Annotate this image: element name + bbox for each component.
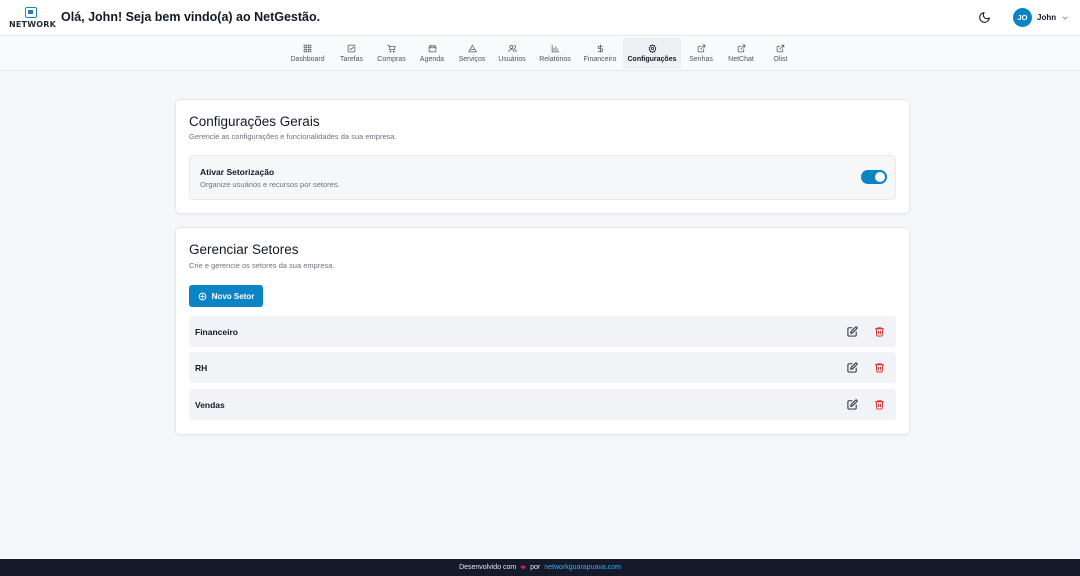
delete-sector-button[interactable]	[874, 362, 885, 373]
nav-item-compras[interactable]: Compras	[375, 38, 408, 69]
edit-icon	[847, 362, 858, 373]
trash-icon	[874, 327, 885, 337]
sectorization-toggle[interactable]	[861, 170, 887, 184]
sector-name: Financeiro	[195, 327, 238, 337]
nav-label: Usuários	[498, 56, 526, 63]
nav-item-usuarios[interactable]: Usuários	[496, 38, 528, 69]
nav-item-netchat[interactable]: NetChat	[726, 38, 756, 69]
nav-label: Relatórios	[539, 56, 571, 63]
nav-label: NetChat	[728, 56, 754, 63]
manage-sectors-title: Gerenciar Setores	[189, 242, 299, 257]
plus-circle-icon	[198, 292, 206, 300]
general-settings-title: Configurações Gerais	[189, 114, 320, 129]
general-settings-card: Configurações Gerais Gerencie as configu…	[175, 99, 910, 214]
logo-mark-icon	[25, 7, 37, 18]
sector-name: Vendas	[195, 400, 225, 410]
nav-item-olist[interactable]: Olist	[770, 38, 791, 69]
nav-label: Olist	[773, 56, 788, 63]
gear-icon	[648, 44, 656, 53]
calendar-icon	[428, 44, 436, 53]
nav-label: Configurações	[627, 56, 677, 63]
nav-item-financeiro[interactable]: Financeiro	[581, 38, 619, 69]
sector-row: Vendas	[189, 389, 896, 420]
delete-sector-button[interactable]	[874, 326, 885, 337]
sector-row: RH	[189, 352, 896, 383]
sector-name: RH	[195, 363, 208, 373]
moon-icon[interactable]	[978, 11, 991, 24]
page-greeting: Olá, John! Seja bem vindo(a) ao NetGestã…	[61, 10, 321, 24]
nav-label: Financeiro	[583, 56, 617, 63]
nav-label: Agenda	[419, 56, 445, 63]
edit-sector-button[interactable]	[847, 399, 858, 410]
page-footer: Desenvolvido com ❤ por networkguarapuava…	[0, 559, 1080, 576]
delete-sector-button[interactable]	[874, 399, 885, 410]
new-sector-button[interactable]: Novo Setor	[189, 285, 263, 307]
nav-item-dashboard[interactable]: Dashboard	[287, 38, 328, 69]
general-settings-subtitle: Gerencie as configurações e funcionalida…	[189, 132, 397, 141]
nav-item-agenda[interactable]: Agenda	[418, 38, 446, 69]
nav-item-senhas[interactable]: Senhas	[688, 38, 714, 69]
main-nav: Dashboard Tarefas Compras Agenda Serviço…	[0, 36, 1080, 71]
edit-icon	[847, 326, 858, 337]
nav-label: Dashboard	[290, 56, 325, 63]
avatar: JO	[1013, 8, 1032, 27]
nav-item-tarefas[interactable]: Tarefas	[337, 38, 366, 69]
nav-label: Senhas	[689, 56, 713, 63]
external-link-icon	[697, 44, 705, 53]
nav-label: Serviços	[458, 56, 486, 63]
dashboard-icon	[303, 44, 312, 53]
sector-row: Financeiro	[189, 316, 896, 347]
user-name: John	[1037, 13, 1057, 22]
nav-label: Tarefas	[340, 56, 363, 63]
trash-icon	[874, 363, 885, 373]
cart-icon	[387, 44, 396, 53]
nav-item-relatorios[interactable]: Relatórios	[537, 38, 573, 69]
user-menu[interactable]: JO John	[1013, 8, 1069, 27]
heart-icon: ❤	[520, 564, 527, 572]
setting-title: Ativar Setorização	[200, 167, 275, 177]
edit-sector-button[interactable]	[847, 362, 858, 373]
new-sector-label: Novo Setor	[211, 291, 255, 301]
footer-text: Desenvolvido com	[459, 564, 517, 571]
manage-sectors-subtitle: Crie e gerencie os setores da sua empres…	[189, 261, 335, 270]
dollar-icon	[597, 44, 603, 53]
top-header: NETWORK Olá, John! Seja bem vindo(a) ao …	[0, 0, 1080, 36]
manage-sectors-card: Gerenciar Setores Crie e gerencie os set…	[175, 227, 910, 435]
chart-icon	[551, 44, 559, 53]
logo-text: NETWORK	[9, 20, 57, 29]
footer-by: por	[530, 564, 541, 571]
chevron-down-icon	[1062, 16, 1068, 19]
sectorization-setting: Ativar Setorização Organize usuários e r…	[189, 155, 896, 200]
setting-description: Organize usuários e recursos por setores…	[200, 180, 340, 189]
trash-icon	[874, 400, 885, 410]
nav-item-servicos[interactable]: Serviços	[456, 38, 488, 69]
nav-item-configuracoes[interactable]: Configurações	[623, 38, 681, 69]
edit-sector-button[interactable]	[847, 326, 858, 337]
users-icon	[507, 45, 517, 53]
network-logo[interactable]: NETWORK	[9, 7, 57, 29]
footer-link[interactable]: networkguarapuava.com	[544, 564, 621, 571]
edit-icon	[347, 44, 356, 53]
edit-icon	[847, 399, 858, 410]
nav-label: Compras	[377, 56, 406, 63]
external-link-icon	[737, 44, 745, 53]
external-link-icon	[776, 44, 785, 53]
triangle-icon	[467, 44, 477, 53]
